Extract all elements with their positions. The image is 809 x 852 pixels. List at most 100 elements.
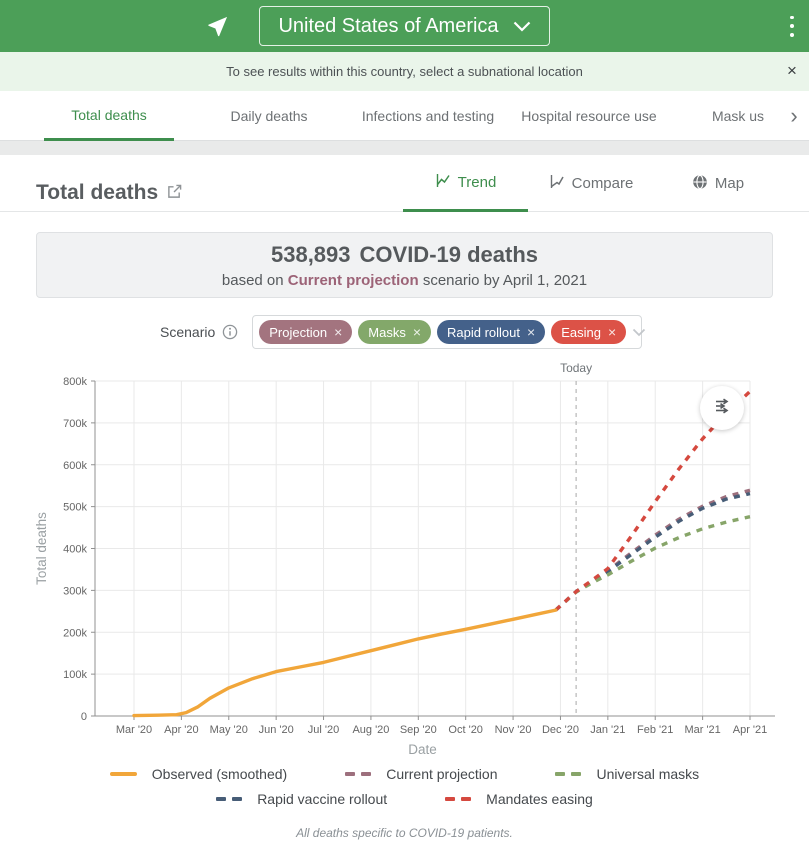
svg-text:Aug '20: Aug '20 (352, 724, 389, 736)
chart-legend: Observed (smoothed) Current projection U… (0, 766, 809, 807)
legend-item-universal-masks: Universal masks (555, 766, 699, 782)
chip-remove-icon[interactable]: × (334, 324, 342, 340)
svg-text:Jul '20: Jul '20 (308, 724, 339, 736)
deaths-count: 538,893 (271, 242, 351, 267)
chip-easing[interactable]: Easing× (551, 320, 626, 344)
subnational-banner: To see results within this country, sele… (0, 52, 809, 91)
app-root: United States of America To see results … (0, 0, 809, 852)
scenario-picker-row: Scenario Projection × Masks × Rapid rollou… (160, 314, 642, 350)
tick-labels: 0 100k 200k 300k 400k 500k 600k 700k 800k Mar '20… (63, 376, 767, 736)
svg-text:Oct '20: Oct '20 (448, 724, 483, 736)
chip-masks[interactable]: Masks × (358, 320, 431, 344)
svg-text:300k: 300k (63, 585, 87, 597)
trend-chart: 0 100k 200k 300k 400k 500k 600k 700k 800k Mar '20… (0, 355, 809, 767)
x-axis-title: Date (408, 742, 437, 757)
svg-text:Sep '20: Sep '20 (400, 724, 437, 736)
subline-suffix: scenario by April 1, 2021 (423, 272, 587, 289)
tab-map[interactable]: Map (678, 155, 758, 212)
tab-compare-label: Compare (572, 175, 634, 192)
svg-text:Apr '20: Apr '20 (164, 724, 199, 736)
svg-text:600k: 600k (63, 460, 87, 472)
legend-label: Rapid vaccine rollout (257, 791, 387, 807)
svg-text:400k: 400k (63, 544, 87, 556)
chip-remove-icon[interactable]: × (608, 324, 616, 340)
legend-label: Mandates easing (486, 791, 593, 807)
svg-text:200k: 200k (63, 627, 87, 639)
legend-swatch-observed (110, 772, 137, 777)
scenario-multiselect[interactable]: Projection × Masks × Rapid rollout × Easing… (252, 315, 642, 349)
svg-text:Apr '21: Apr '21 (733, 724, 768, 736)
metric-tab-bar: Total deaths Daily deaths Infections and… (0, 91, 809, 141)
today-label: Today (560, 361, 592, 375)
svg-text:Mar '20: Mar '20 (116, 724, 152, 736)
chip-label: Masks (368, 325, 406, 340)
legend-label: Universal masks (596, 766, 699, 782)
tab-infections-and-testing[interactable]: Infections and testing (348, 91, 508, 141)
location-arrow-icon (206, 15, 229, 43)
chip-remove-icon[interactable]: × (527, 324, 535, 340)
location-name: United States of America (278, 15, 498, 38)
deaths-subline: based on Current projection scenario by … (37, 272, 772, 289)
tab-mask-use[interactable]: Mask us (705, 91, 771, 141)
edit-icon[interactable] (167, 181, 182, 205)
deaths-headline: 538,893COVID-19 deaths (37, 242, 772, 268)
scenario-name-highlight: Current projection (288, 272, 419, 289)
legend-row: Rapid vaccine rollout Mandates easing (187, 791, 622, 807)
legend-item-rapid-vaccine-rollout: Rapid vaccine rollout (216, 791, 387, 807)
legend-swatch-universal-masks (555, 772, 581, 776)
y-axis-title: Total deaths (34, 512, 49, 585)
legend-swatch-current-projection (345, 772, 371, 776)
globe-icon (692, 174, 708, 194)
tab-trend[interactable]: Trend (403, 155, 528, 212)
legend-swatch-mandates-easing (445, 797, 471, 801)
close-icon[interactable]: × (781, 60, 803, 82)
banner-message: To see results within this country, sele… (226, 64, 583, 79)
svg-text:May '20: May '20 (210, 724, 248, 736)
svg-text:Jan '21: Jan '21 (590, 724, 625, 736)
tab-total-deaths[interactable]: Total deaths (44, 91, 174, 141)
svg-text:100k: 100k (63, 669, 87, 681)
svg-text:Dec '20: Dec '20 (542, 724, 579, 736)
svg-text:800k: 800k (63, 376, 87, 388)
svg-text:Feb '21: Feb '21 (637, 724, 673, 736)
summary-box: 538,893COVID-19 deaths based on Current … (36, 232, 773, 298)
chip-rapid-rollout[interactable]: Rapid rollout × (437, 320, 545, 344)
compare-chart-icon (549, 174, 565, 193)
tab-scroll-right-icon[interactable]: › (781, 91, 807, 141)
sliders-icon (712, 396, 732, 421)
scenario-label: Scenario (160, 324, 215, 340)
svg-text:Mar '21: Mar '21 (684, 724, 720, 736)
chart-options-button[interactable] (700, 386, 744, 430)
subline-prefix: based on (222, 272, 284, 289)
series-rapid-vaccine-rollout (556, 494, 750, 610)
info-icon[interactable] (222, 324, 238, 340)
svg-text:700k: 700k (63, 418, 87, 430)
tab-daily-deaths[interactable]: Daily deaths (200, 91, 338, 141)
chip-remove-icon[interactable]: × (413, 324, 421, 340)
svg-text:Jun '20: Jun '20 (259, 724, 294, 736)
legend-item-mandates-easing: Mandates easing (445, 791, 593, 807)
legend-row: Observed (smoothed) Current projection U… (81, 766, 728, 782)
tab-compare[interactable]: Compare (532, 155, 650, 212)
chevron-down-icon[interactable] (632, 328, 646, 337)
chip-label: Rapid rollout (447, 325, 520, 340)
svg-text:0: 0 (81, 711, 87, 723)
trend-chart-icon (435, 173, 451, 192)
overflow-menu-button[interactable] (783, 13, 801, 39)
legend-label: Current projection (386, 766, 497, 782)
tab-map-label: Map (715, 175, 744, 192)
location-selector[interactable]: United States of America (259, 6, 549, 46)
legend-swatch-rapid-vaccine-rollout (216, 797, 242, 801)
chevron-down-icon (513, 15, 531, 38)
page-background-strip (0, 141, 809, 155)
svg-text:500k: 500k (63, 502, 87, 514)
svg-text:Nov '20: Nov '20 (495, 724, 532, 736)
series-observed-smoothed- (134, 610, 556, 716)
legend-label: Observed (smoothed) (152, 766, 287, 782)
app-header: United States of America (0, 0, 809, 52)
chip-label: Projection (269, 325, 327, 340)
legend-item-current-projection: Current projection (345, 766, 497, 782)
tab-trend-label: Trend (458, 174, 497, 191)
tab-hospital-resource-use[interactable]: Hospital resource use (509, 91, 669, 141)
chip-projection[interactable]: Projection × (259, 320, 352, 344)
